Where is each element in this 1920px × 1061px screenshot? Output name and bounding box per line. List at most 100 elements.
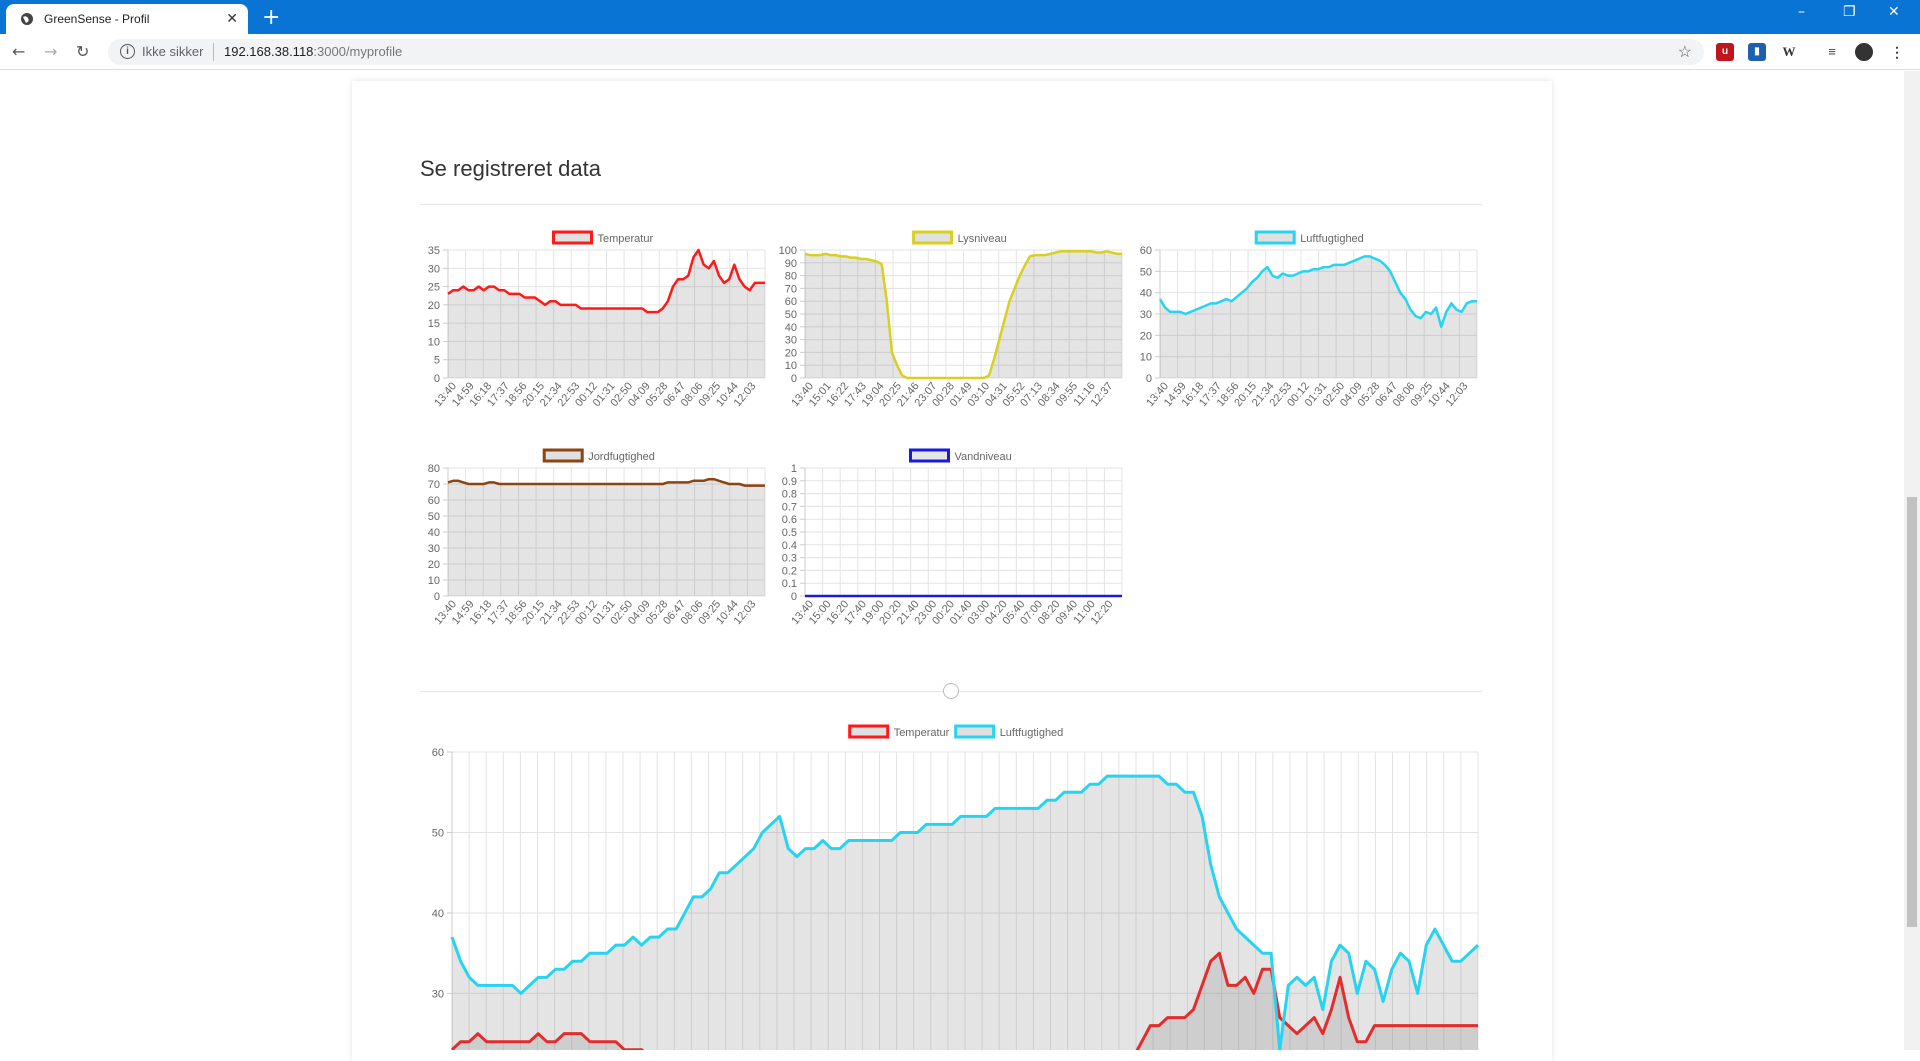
url-host: 192.168.38.118 [224, 44, 314, 59]
series-area [1160, 256, 1477, 378]
y-tick-label: 60 [432, 747, 444, 759]
y-tick-label: 70 [428, 479, 440, 491]
y-tick-label: 70 [785, 283, 797, 295]
y-tick-label: 10 [1140, 352, 1152, 364]
forward-icon[interactable]: → [44, 42, 57, 61]
legend-swatch [542, 448, 584, 463]
y-tick-label: 20 [1140, 330, 1152, 342]
combined-chart: TemperaturLuftfugtighed2030405060 [432, 724, 1480, 1050]
restore-icon[interactable]: ❐ [1843, 4, 1856, 20]
profile-avatar[interactable] [1855, 43, 1873, 61]
y-tick-label: 100 [779, 245, 797, 257]
y-tick-label: 0.5 [782, 527, 797, 539]
y-tick-label: 40 [1140, 288, 1152, 300]
scrollbar-thumb[interactable] [1907, 497, 1917, 927]
extension-icon[interactable]: ▮ [1748, 43, 1766, 61]
legend-item: Luftfugtighed [954, 724, 1064, 739]
legend-item: Lysniveau [912, 230, 1007, 245]
y-tick-label: 30 [432, 988, 444, 1000]
legend-item: Temperatur [848, 724, 950, 739]
insecure-label[interactable]: Ikke sikker [142, 44, 203, 59]
y-tick-label: 60 [428, 495, 440, 507]
y-tick-label: 50 [785, 309, 797, 321]
y-tick-label: 50 [432, 827, 444, 839]
y-tick-label: 30 [428, 263, 440, 275]
y-tick-label: 20 [428, 300, 440, 312]
address-divider [213, 43, 214, 61]
back-icon[interactable]: ← [12, 42, 25, 61]
y-tick-label: 20 [428, 559, 440, 571]
legend-label: Jordfugtighed [588, 451, 655, 463]
y-tick-label: 15 [428, 318, 440, 330]
y-tick-label: 50 [1140, 266, 1152, 278]
legend-label: Luftfugtighed [1000, 727, 1064, 739]
tab-close-icon[interactable]: ✕ [226, 10, 238, 27]
soil-moisture-chart: Jordfugtighed0102030405060708013:4014:59… [428, 448, 766, 627]
new-tab-button[interactable]: + [262, 5, 280, 30]
y-tick-label: 0.8 [782, 489, 797, 501]
y-tick-label: 40 [428, 527, 440, 539]
browser-tabbar: GreenSense - Profil ✕ + – ❐ ✕ [0, 0, 1920, 34]
y-tick-label: 0 [434, 373, 440, 385]
y-tick-label: 40 [432, 908, 444, 920]
url-text[interactable]: 192.168.38.118:3000/myprofile [224, 44, 402, 59]
y-tick-label: 5 [434, 355, 440, 367]
divider [420, 204, 1482, 205]
y-tick-label: 60 [785, 296, 797, 308]
scrollbar[interactable] [1904, 71, 1920, 1050]
legend-swatch [954, 724, 996, 739]
y-tick-label: 80 [785, 271, 797, 283]
address-bar[interactable]: i Ikke sikker 192.168.38.118:3000/myprof… [108, 39, 1704, 65]
y-tick-label: 0.2 [782, 565, 797, 577]
loading-spinner [943, 683, 959, 699]
y-tick-label: 1 [791, 463, 797, 475]
legend-item: Luftfugtighed [1254, 230, 1364, 245]
y-tick-label: 40 [785, 322, 797, 334]
y-tick-label: 0.6 [782, 514, 797, 526]
y-tick-label: 0.4 [782, 540, 797, 552]
temperature-chart: Temperatur0510152025303513:4014:5916:181… [428, 230, 766, 409]
y-tick-label: 0.9 [782, 476, 797, 488]
tab-title: GreenSense - Profil [44, 12, 150, 26]
legend-swatch [912, 230, 954, 245]
y-tick-label: 10 [428, 575, 440, 587]
y-tick-label: 35 [428, 245, 440, 257]
light-chart: Lysniveau010203040506070809010013:4015:0… [779, 230, 1123, 409]
y-tick-label: 20 [785, 347, 797, 359]
y-tick-label: 0.3 [782, 553, 797, 565]
y-tick-label: 30 [1140, 309, 1152, 321]
browser-tab[interactable]: GreenSense - Profil ✕ [6, 4, 248, 34]
legend-label: Temperatur [598, 233, 654, 245]
legend-label: Vandniveau [955, 451, 1012, 463]
minimize-icon[interactable]: – [1798, 4, 1805, 20]
y-tick-label: 0 [1146, 373, 1152, 385]
y-tick-label: 30 [785, 335, 797, 347]
reload-icon[interactable]: ↻ [76, 42, 89, 61]
legend-item: Vandniveau [909, 448, 1012, 463]
y-tick-label: 60 [1140, 245, 1152, 257]
water-level-chart: Vandniveau00.10.20.30.40.50.60.70.80.911… [782, 448, 1123, 627]
wikipedia-extension-icon[interactable]: W [1780, 43, 1798, 61]
globe-icon [21, 13, 33, 25]
y-tick-label: 50 [428, 511, 440, 523]
y-tick-label: 0.7 [782, 501, 797, 513]
legend-item: Temperatur [552, 230, 654, 245]
media-queue-icon[interactable]: ≡ [1823, 43, 1841, 61]
y-tick-label: 10 [785, 360, 797, 372]
legend-item: Jordfugtighed [542, 448, 655, 463]
y-tick-label: 0 [791, 373, 797, 385]
legend-label: Lysniveau [958, 233, 1007, 245]
page-title: Se registreret data [420, 156, 601, 181]
window-close-icon[interactable]: ✕ [1888, 4, 1900, 20]
y-tick-label: 0.1 [782, 578, 797, 590]
url-path: :3000/myprofile [313, 44, 403, 59]
info-icon[interactable]: i [120, 44, 135, 59]
bookmark-star-icon[interactable]: ☆ [1678, 42, 1692, 62]
legend-label: Luftfugtighed [1300, 233, 1364, 245]
ublock-extension-icon[interactable]: u [1716, 43, 1734, 61]
series-area [448, 479, 765, 596]
menu-icon[interactable]: ⋮ [1888, 43, 1906, 61]
humidity-chart: Luftfugtighed010203040506013:4014:5916:1… [1140, 230, 1478, 409]
y-tick-label: 10 [428, 336, 440, 348]
legend-swatch [1254, 230, 1296, 245]
